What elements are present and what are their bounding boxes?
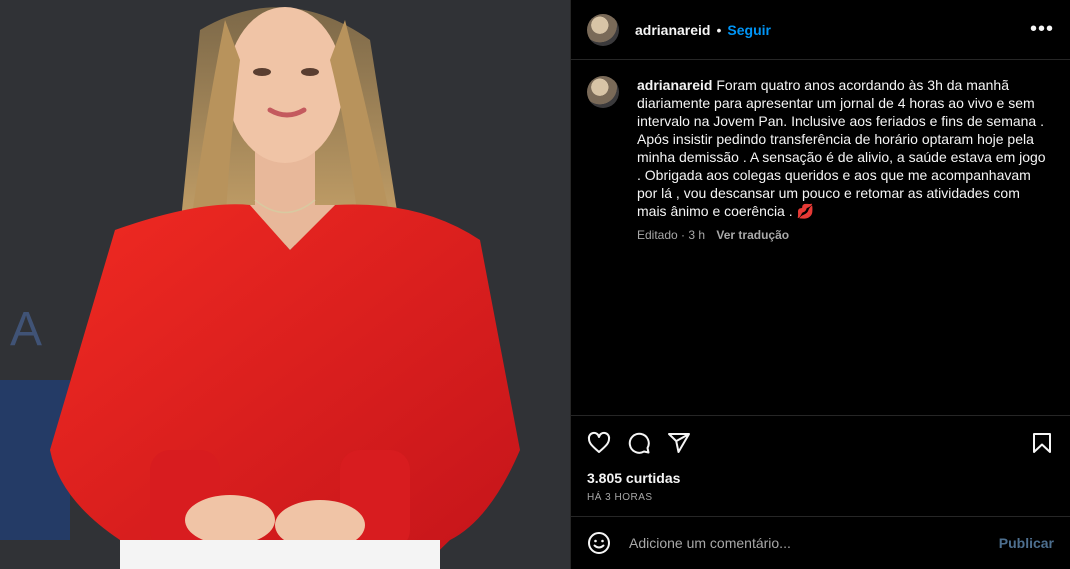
comment-input[interactable]	[627, 534, 999, 552]
post-photo-illustration: A	[0, 0, 570, 569]
action-bar	[571, 416, 1070, 470]
caption-area: adrianareid Foram quatro anos acordando …	[571, 60, 1070, 416]
svg-text:A: A	[10, 303, 42, 356]
post-time: HÁ 3 HORAS	[587, 492, 653, 503]
post-header: adrianareid • Seguir •••	[571, 0, 1070, 60]
bookmark-icon[interactable]	[1030, 431, 1054, 455]
translate-link[interactable]: Ver tradução	[716, 228, 789, 242]
post-photo[interactable]: A	[0, 0, 570, 569]
caption-text-block: adrianareid Foram quatro anos acordando …	[637, 76, 1047, 220]
edited-label: Editado · 3 h	[637, 228, 706, 242]
likes-count[interactable]: 3.805 curtidas	[587, 470, 680, 486]
follow-button[interactable]: Seguir	[727, 22, 771, 38]
heart-icon[interactable]	[587, 431, 611, 455]
share-icon[interactable]	[667, 431, 691, 455]
post-side-panel: adrianareid • Seguir ••• adrianareid For…	[570, 0, 1070, 569]
more-icon[interactable]: •••	[1030, 18, 1054, 41]
header-separator: •	[716, 21, 722, 38]
caption-row: adrianareid Foram quatro anos acordando …	[587, 76, 1054, 220]
author-avatar[interactable]	[587, 13, 619, 46]
caption-meta: Editado · 3 h Ver tradução	[637, 228, 1054, 242]
comment-icon[interactable]	[627, 431, 651, 455]
caption-username[interactable]: adrianareid	[637, 77, 712, 93]
caption-text: Foram quatro anos acordando às 3h da man…	[637, 77, 1046, 219]
author-username[interactable]: adrianareid	[635, 22, 710, 38]
instagram-post: A adrianareid • Seguir ••• adrianareid F…	[0, 0, 1070, 569]
publish-button[interactable]: Publicar	[999, 535, 1054, 551]
caption-avatar[interactable]	[587, 76, 619, 108]
comment-bar: Publicar	[571, 516, 1070, 569]
emoji-icon[interactable]	[587, 531, 611, 555]
